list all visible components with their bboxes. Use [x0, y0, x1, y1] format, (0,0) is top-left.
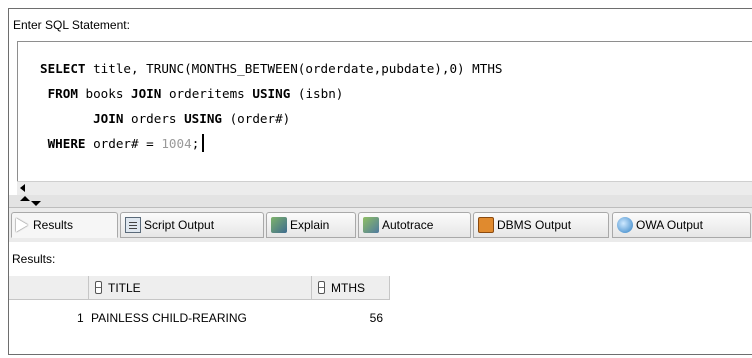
tab-script-output[interactable]: Script Output — [120, 212, 264, 238]
text-cursor — [202, 134, 205, 152]
expand-down-arrow-icon[interactable] — [31, 201, 41, 206]
sql-keyword: SELECT — [40, 61, 86, 76]
sql-worksheet-panel: Enter SQL Statement: SELECT title, TRUNC… — [8, 8, 752, 355]
row-number: 1 — [77, 311, 84, 325]
sql-line-3: JOIN orders USING (order#) — [40, 106, 503, 131]
sql-keyword: USING — [252, 86, 291, 101]
collapse-up-arrow-icon[interactable] — [20, 196, 30, 201]
sql-line-4: WHERE order# = 1004; — [40, 131, 503, 156]
panel-splitter[interactable] — [9, 195, 752, 208]
tab-results[interactable]: Results — [11, 212, 118, 238]
sql-text: title, TRUNC(MONTHS_BETWEEN(orderdate,pu… — [85, 61, 503, 76]
tab-dbms-output[interactable]: DBMS Output — [473, 212, 609, 238]
sql-text: (order#) — [222, 111, 291, 126]
sql-text: books — [77, 86, 132, 101]
tab-dbms-output-label: DBMS Output — [497, 218, 572, 232]
column-header-mths-label: MTHS — [331, 280, 365, 295]
output-tab-bar: Results Script Output Explain Autotrace … — [9, 208, 752, 242]
tab-autotrace[interactable]: Autotrace — [358, 212, 471, 238]
autotrace-icon — [363, 217, 379, 233]
sql-text: ; — [191, 136, 200, 151]
play-icon — [16, 218, 28, 232]
tab-results-label: Results — [33, 218, 74, 232]
column-header-mths[interactable]: MTHS — [312, 276, 390, 300]
sql-editor[interactable]: SELECT title, TRUNC(MONTHS_BETWEEN(order… — [17, 41, 752, 182]
cell-title[interactable]: PAINLESS CHILD-REARING — [91, 311, 247, 325]
results-label: Results: — [12, 252, 56, 266]
script-output-icon — [125, 217, 141, 233]
sql-keyword: JOIN — [93, 111, 124, 126]
sql-line-2: FROM books JOIN orderitems USING (isbn) — [40, 81, 503, 106]
results-grid[interactable]: TITLE MTHS 1 PAINLESS CHILD-REARING 56 — [9, 276, 752, 354]
tab-owa-output-label: OWA Output — [636, 218, 703, 232]
column-header-title-label: TITLE — [108, 280, 141, 295]
sql-statement-label: Enter SQL Statement: — [13, 18, 130, 32]
sort-icon[interactable] — [95, 281, 102, 294]
sql-code[interactable]: SELECT title, TRUNC(MONTHS_BETWEEN(order… — [40, 56, 503, 156]
tab-explain[interactable]: Explain — [266, 212, 356, 238]
sql-keyword: JOIN — [131, 86, 162, 101]
sql-keyword: FROM — [47, 86, 78, 101]
scroll-left-arrow-icon[interactable] — [20, 184, 25, 192]
sql-text: orderitems — [161, 86, 253, 101]
sql-number: 1004 — [161, 136, 192, 151]
row-number-header — [9, 276, 89, 300]
sql-keyword: USING — [184, 111, 223, 126]
dbms-output-icon — [478, 217, 494, 233]
explain-plan-icon — [271, 217, 287, 233]
sort-icon[interactable] — [318, 281, 325, 294]
sql-text: order# = — [85, 136, 162, 151]
owa-globe-icon — [617, 217, 633, 233]
column-header-title[interactable]: TITLE — [89, 276, 312, 300]
sql-text: orders — [123, 111, 185, 126]
sql-text: (isbn) — [290, 86, 344, 101]
tab-owa-output[interactable]: OWA Output — [612, 212, 751, 238]
sql-line-1: SELECT title, TRUNC(MONTHS_BETWEEN(order… — [40, 56, 503, 81]
cell-mths[interactable]: 56 — [339, 311, 383, 325]
tab-script-output-label: Script Output — [144, 218, 215, 232]
editor-horizontal-scrollbar[interactable] — [17, 181, 752, 196]
sql-keyword: WHERE — [47, 136, 86, 151]
tab-explain-label: Explain — [290, 218, 330, 232]
tab-autotrace-label: Autotrace — [382, 218, 434, 232]
